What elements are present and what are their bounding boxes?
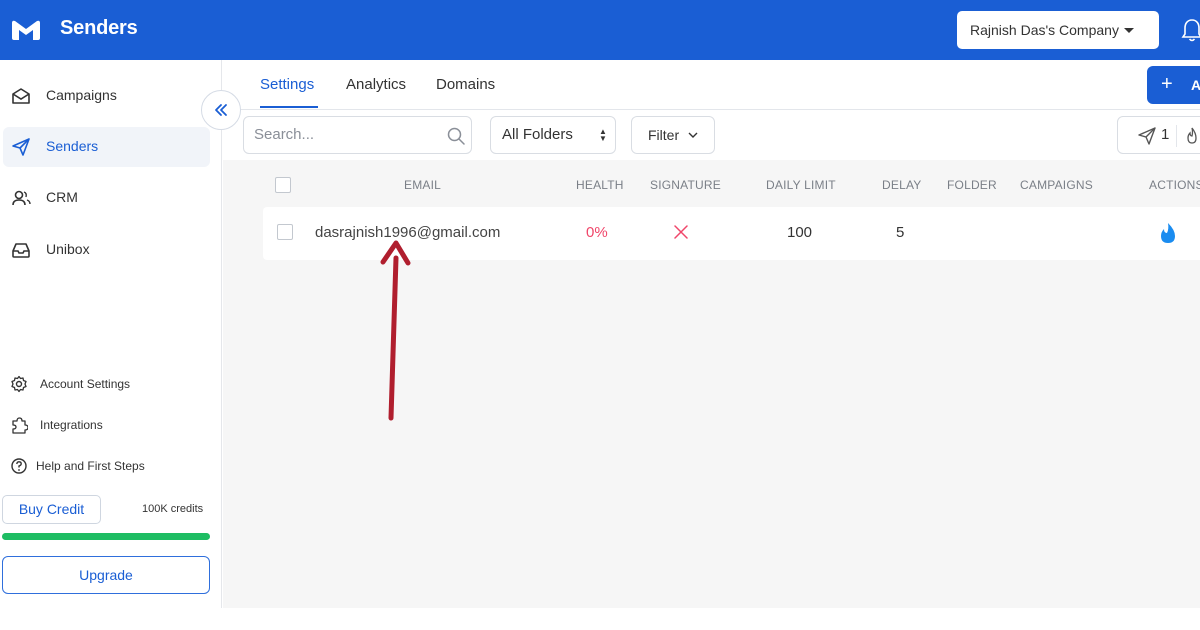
search-input[interactable] xyxy=(254,126,434,143)
sidebar-item-label: Unibox xyxy=(46,241,90,257)
puzzle-icon xyxy=(12,417,28,434)
active-tab-indicator xyxy=(260,106,318,108)
sent-count: 1 xyxy=(1161,126,1170,143)
health-value: 0% xyxy=(586,224,608,241)
inbox-icon xyxy=(12,243,30,258)
delay-value: 5 xyxy=(896,224,905,241)
add-button-label: A xyxy=(1191,77,1200,93)
x-icon xyxy=(674,225,688,239)
sidebar-item-label: Campaigns xyxy=(46,87,117,103)
warmup-icon xyxy=(1187,127,1197,144)
main-content: Settings Analytics Domains + A All Folde… xyxy=(223,60,1200,608)
bottom-strip xyxy=(0,608,1200,630)
column-header-actions: ACTIONS xyxy=(1149,178,1200,192)
chevron-down-icon xyxy=(688,132,698,138)
sidebar-item-label: Help and First Steps xyxy=(36,459,145,473)
collapse-sidebar-button[interactable] xyxy=(201,90,241,130)
sidebar-item-unibox[interactable]: Unibox xyxy=(3,230,210,270)
search-box[interactable] xyxy=(243,116,472,154)
upgrade-button[interactable]: Upgrade xyxy=(2,556,210,594)
sender-email[interactable]: dasrajnish1996@gmail.com xyxy=(315,224,500,241)
company-selector[interactable]: Rajnish Das's Company xyxy=(957,11,1159,49)
column-header-email: EMAIL xyxy=(404,178,442,192)
tabs-bar: Settings Analytics Domains + A xyxy=(223,60,1200,110)
sidebar-item-label: Integrations xyxy=(40,418,103,432)
filter-label: Filter xyxy=(648,127,680,143)
sidebar-item-campaigns[interactable]: Campaigns xyxy=(3,76,210,116)
search-icon[interactable] xyxy=(447,127,465,145)
caret-down-icon xyxy=(1124,28,1134,33)
folder-select-value: All Folders xyxy=(502,126,573,143)
credits-progress-fill xyxy=(2,533,210,540)
paper-plane-icon xyxy=(12,138,30,156)
sidebar-item-label: Senders xyxy=(46,138,99,154)
paper-plane-icon xyxy=(1138,127,1156,145)
select-all-checkbox[interactable] xyxy=(275,177,291,193)
tab-domains[interactable]: Domains xyxy=(436,76,495,93)
table-row[interactable]: dasrajnish1996@gmail.com 0% 100 5 xyxy=(263,207,1200,260)
table-header: EMAIL HEALTH SIGNATURE DAILY LIMIT DELAY… xyxy=(223,172,1200,198)
toolbar: All Folders ▲▼ Filter 1 xyxy=(223,110,1200,160)
column-header-campaigns: CAMPAIGNS xyxy=(1020,178,1093,192)
sidebar-item-senders[interactable]: Senders xyxy=(3,127,210,167)
column-header-delay: DELAY xyxy=(882,178,922,192)
credits-count: 100K credits xyxy=(142,503,204,515)
app-title: Senders xyxy=(60,17,138,39)
tab-analytics[interactable]: Analytics xyxy=(346,76,406,93)
sidebar-item-label: CRM xyxy=(46,189,78,205)
column-header-daily-limit: DAILY LIMIT xyxy=(766,178,836,192)
column-header-health: HEALTH xyxy=(576,178,624,192)
bell-icon[interactable] xyxy=(1181,18,1200,42)
add-sender-button[interactable]: + A xyxy=(1147,66,1200,104)
filter-button[interactable]: Filter xyxy=(631,116,715,154)
plus-icon: + xyxy=(1161,73,1173,95)
daily-limit-value: 100 xyxy=(787,224,813,241)
gear-icon xyxy=(11,375,27,393)
double-chevron-left-icon xyxy=(215,104,227,116)
users-icon xyxy=(12,190,31,206)
folder-select[interactable]: All Folders ▲ ▼ xyxy=(490,116,616,154)
buy-credit-button[interactable]: Buy Credit xyxy=(2,495,101,524)
top-bar: Senders Rajnish Das's Company xyxy=(0,0,1200,60)
flame-icon[interactable] xyxy=(1159,222,1177,244)
tab-settings[interactable]: Settings xyxy=(260,76,314,93)
sidebar: Campaigns Senders CRM Unibox Account Set… xyxy=(0,60,222,608)
credits-progress-bar xyxy=(2,533,210,540)
column-header-folder: FOLDER xyxy=(947,178,997,192)
sidebar-item-label: Account Settings xyxy=(40,377,131,391)
company-name: Rajnish Das's Company xyxy=(970,22,1119,38)
logo-icon[interactable] xyxy=(11,18,41,42)
column-header-signature: SIGNATURE xyxy=(650,178,721,192)
help-circle-icon xyxy=(11,458,27,474)
envelope-icon xyxy=(12,88,30,104)
divider xyxy=(1176,125,1177,147)
select-arrows-icon: ▲ ▼ xyxy=(599,127,607,143)
sidebar-item-crm[interactable]: CRM xyxy=(3,178,210,218)
sender-stats-box[interactable]: 1 xyxy=(1117,116,1200,154)
row-checkbox[interactable] xyxy=(277,224,293,240)
